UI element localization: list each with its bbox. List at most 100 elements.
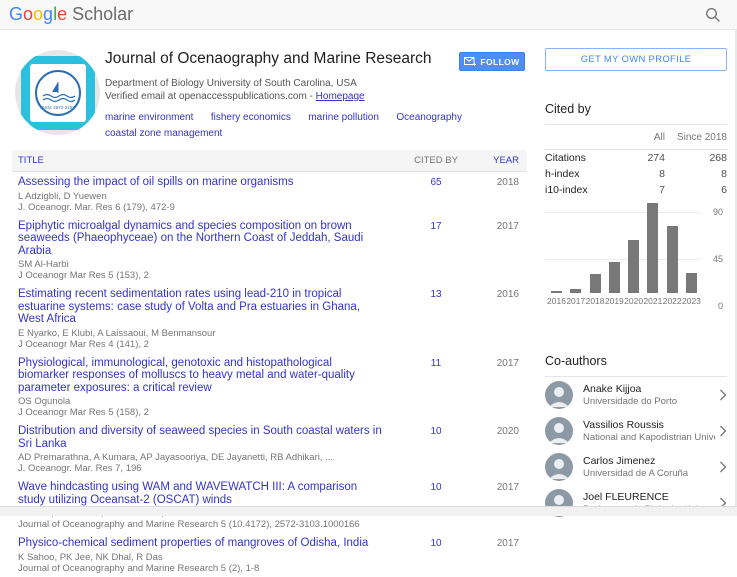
article-venue: J Oceanogr Mar Res 5 (153), 2 [18,270,385,281]
profile-avatar[interactable]: ISSN: 2572-3103 [15,50,100,135]
stat-label: h-index [545,166,603,182]
coauthor-item[interactable]: Anake Kijjoa Universidade do Porto [545,377,727,413]
coauthor-item[interactable]: Vassilios Roussis National and Kapodistr… [545,413,727,449]
stat-all-value[interactable]: 7 [603,182,665,198]
article-venue: J Oceanogr Mar Res 5 (158), 2 [18,407,385,418]
article-cited-by-count[interactable]: 13 [430,289,441,300]
topbar: GoogleScholar [0,0,737,30]
article-venue: J. Oceanogr. Mar. Res 7, 196 [18,463,385,474]
search-icon[interactable] [705,7,721,23]
table-row: Epiphytic microalgal dynamics and specie… [12,216,527,285]
article-year: 2017 [471,220,527,282]
get-own-profile-button[interactable]: GET MY OWN PROFILE [545,48,727,71]
article-title-link[interactable]: Physiological, immunological, genotoxic … [18,357,385,395]
chart-ytick: 90 [701,207,723,217]
article-title-link[interactable]: Epiphytic microalgal dynamics and specie… [18,220,385,258]
interest-tag[interactable]: fishery economics [211,111,291,125]
coauthor-name[interactable]: Joel FLEURENCE [583,491,715,504]
article-year: 2020 [471,425,527,474]
article-venue: J Oceanogr Mar Res 4 (141), 2 [18,339,385,350]
interest-tags: marine environment fishery economics mar… [105,109,535,141]
coauthor-name[interactable]: Anake Kijjoa [583,383,715,396]
coauthors-title: Co-authors [545,354,727,377]
scholar-logo-text: Scholar [72,4,133,24]
logo-letter: g [43,4,53,24]
article-title-link[interactable]: Wave hindcasting using WAM and WAVEWATCH… [18,481,385,506]
article-title-link[interactable]: Physico-chemical sediment properties of … [18,537,385,550]
chart-bar[interactable] [590,274,601,293]
article-venue: Journal of Oceanography and Marine Resea… [18,519,385,530]
header-title[interactable]: TITLE [12,155,401,166]
chart-bar[interactable] [570,289,581,293]
interest-tag[interactable]: Oceanography [396,111,462,125]
header-year[interactable]: YEAR [471,155,527,166]
chart-bar[interactable] [667,226,678,293]
stat-row: i10-index 7 6 [545,182,727,198]
article-venue: J. Oceanogr. Mar. Res 6 (179), 472-9 [18,202,385,213]
article-title-link[interactable]: Assessing the impact of oil spills on ma… [18,176,385,189]
article-year: 2017 [471,537,527,574]
interest-tag[interactable]: marine environment [105,111,193,125]
journal-logo: ISSN: 2572-3103 [21,56,95,130]
article-authors: K Sahoo, PK Jee, NK Dhal, R Das [18,552,385,563]
article-cited-by-count[interactable]: 10 [430,482,441,493]
chart-bar[interactable] [551,291,562,293]
article-authors: SM Al-Harbi [18,259,385,270]
stat-all-value[interactable]: 8 [603,166,665,182]
coauthor-item[interactable]: Carlos Jimenez Universidad de A Coruña [545,449,727,485]
sidebar: GET MY OWN PROFILE Cited by All Since 20… [545,48,727,521]
chevron-right-icon[interactable] [719,425,727,437]
col-since-label[interactable]: Since 2018 [665,132,727,143]
follow-button[interactable]: FOLLOW [459,52,525,71]
col-all-label[interactable]: All [603,132,665,143]
article-year: 2016 [471,288,527,350]
coauthor-name[interactable]: Carlos Jimenez [583,455,715,468]
article-cited-by-count[interactable]: 65 [430,177,441,188]
verified-email-text: Verified email at openaccesspublications… [105,91,316,102]
article-cited-by-count[interactable]: 11 [431,358,441,369]
table-row: Physico-chemical sediment properties of … [12,533,527,577]
stat-since-value[interactable]: 8 [665,166,727,182]
stat-row: Citations 274 268 [545,150,727,166]
chart-bar[interactable] [647,203,658,293]
article-year: 2017 [471,357,527,419]
article-authors: E Nyarko, E Klubi, A Laissaoui, M Benman… [18,328,385,339]
logo-letter: e [57,4,67,24]
coauthor-avatar [545,417,573,445]
interest-tag[interactable]: marine pollution [308,111,379,125]
header-cited-by: CITED BY [401,155,471,166]
stat-row: h-index 8 8 [545,166,727,182]
chart-year-label: 2019 [605,296,624,306]
chart-ytick: 45 [701,254,723,264]
stat-all-value[interactable]: 274 [603,150,665,166]
homepage-link[interactable]: Homepage [316,91,365,102]
stat-since-value[interactable]: 268 [665,150,727,166]
google-scholar-logo[interactable]: GoogleScholar [9,4,133,25]
chart-year-label: 2016 [547,296,566,306]
citation-stats-header: All Since 2018 [545,125,727,150]
stat-since-value[interactable]: 6 [665,182,727,198]
chart-bar[interactable] [609,262,620,293]
article-cited-by-count[interactable]: 17 [430,221,441,232]
chevron-right-icon[interactable] [719,389,727,401]
logo-letter: G [9,4,23,24]
chart-bar[interactable] [686,273,697,293]
coauthor-affiliation: Universidad de A Coruña [583,468,715,480]
article-authors: L Adzigbli, D Yuewen [18,191,385,202]
stat-label: Citations [545,150,603,166]
article-cited-by-count[interactable]: 10 [430,426,441,437]
interest-tag[interactable]: coastal zone management [105,127,222,141]
chart-bar[interactable] [628,240,639,293]
article-title-link[interactable]: Estimating recent sedimentation rates us… [18,288,385,326]
table-row: Physiological, immunological, genotoxic … [12,353,527,422]
table-row: Wave hindcasting using WAM and WAVEWATCH… [12,477,527,533]
chevron-right-icon[interactable] [719,461,727,473]
article-venue: Journal of Oceanography and Marine Resea… [18,563,385,574]
chart-ytick: 0 [701,301,723,311]
article-title-link[interactable]: Distribution and diversity of seaweed sp… [18,425,385,450]
coauthor-name[interactable]: Vassilios Roussis [583,419,715,432]
follow-envelope-icon [464,57,476,66]
chart-year-label: 2020 [624,296,643,306]
article-cited-by-count[interactable]: 10 [430,538,441,549]
citations-chart: 90 45 0 20162017201820192020202120222023 [545,212,727,322]
